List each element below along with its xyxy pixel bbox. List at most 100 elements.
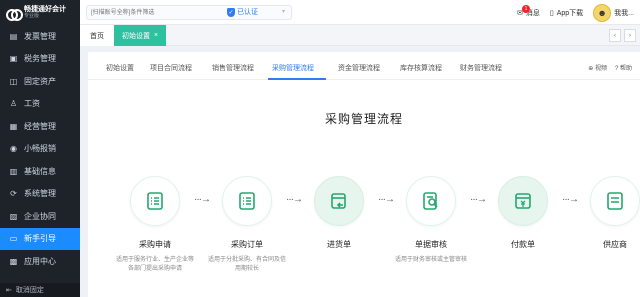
unpin-sidebar-button[interactable]: ⇤ 取消固定 [0, 283, 80, 297]
supplier-icon[interactable] [590, 176, 640, 226]
flow-step-description: 适用于财务审核或主管审核 [394, 257, 467, 263]
app-logo[interactable]: 畅捷通好会计 专业版 [0, 0, 80, 25]
payment-icon[interactable] [498, 176, 548, 226]
process-tab[interactable]: 销售管理流程 [212, 63, 254, 73]
help-button[interactable]: ? 帮助 [615, 63, 632, 72]
avatar: ☻ [593, 4, 612, 22]
process-tab[interactable]: 资金管理流程 [338, 63, 380, 73]
mobile-icon: ▯ [549, 10, 554, 17]
salary-icon: ♙ [9, 99, 18, 109]
logo-title: 畅捷通好会计 [24, 6, 66, 13]
user-name: 我我... [614, 10, 634, 17]
close-icon[interactable]: × [154, 32, 158, 39]
shield-icon: ✓ [227, 7, 235, 17]
flow-step-title: 采购申请 [139, 240, 171, 249]
process-subnav: ⊕ 视频 ? 帮助 初始设置 项目合同流程 销售管理流程 采购管理流程 资金管理流程 库存… [88, 52, 640, 80]
sidebar-item[interactable]: ▣ 税务管理 [0, 48, 80, 71]
tab-home-label: 首页 [90, 32, 104, 40]
sidebar-item[interactable]: ▨ 企业协同 [0, 205, 80, 228]
process-tab[interactable]: 采购管理流程 [272, 63, 314, 73]
info-icon: ▥ [9, 166, 18, 176]
logo-subtitle: 专业版 [24, 13, 40, 19]
tax-icon: ▣ [9, 54, 18, 64]
checklist-icon[interactable] [222, 176, 272, 226]
sidebar-item-label: 税务管理 [24, 54, 56, 64]
flow-step-title: 供应商 [603, 240, 627, 249]
sidebar-item-label: 应用中心 [24, 256, 56, 266]
flow-step-title: 单据审核 [415, 240, 447, 249]
sidebar-item-label: 经营管理 [24, 121, 56, 131]
message-count-badge: 1 [521, 5, 530, 13]
sidebar-item-label: 固定资产 [24, 76, 56, 86]
verified-label: 已认证 [237, 9, 258, 16]
flow-step-description: 适用于分批采购、有合同及信用期较长 [208, 257, 287, 272]
flow-step-title: 进货单 [327, 240, 351, 249]
sidebar-item[interactable]: ▭ 新手引导 [0, 227, 80, 250]
tab-scroll-right-icon[interactable]: › [624, 29, 636, 42]
video-button[interactable]: ⊕ 视频 [588, 63, 607, 72]
sidebar-item-label: 基础信息 [24, 166, 56, 176]
flow-step[interactable]: 采购订单适用于分批采购、有合同及信用期较长 [202, 176, 292, 274]
sidebar-menu: ▤ 发票管理 ▣ 税务管理 ◫ 固定资产 ♙ 工资 ▦ 经营管理 ◉ 小畅报销 ▥ 基础信息 ⟳ 系统管理 ▨ 企… [0, 25, 80, 273]
tab-scroll-left-icon[interactable]: ‹ [609, 29, 621, 42]
business-icon: ▦ [9, 121, 18, 131]
sidebar-item-label: 系统管理 [24, 189, 56, 199]
app-download-button[interactable]: ▯ App下载 [550, 8, 583, 18]
sidebar: 畅捷通好会计 专业版 ▤ 发票管理 ▣ 税务管理 ◫ 固定资产 ♙ 工资 ▦ 经营管理 ◉ 小畅报销 ▥… [0, 0, 80, 297]
logo-icon [6, 8, 23, 21]
sidebar-item[interactable]: ▩ 应用中心 [0, 250, 80, 273]
sidebar-item[interactable]: ⟳ 系统管理 [0, 183, 80, 206]
tab-current-label: 初始设置 [121, 32, 150, 40]
sidebar-item-label: 企业协同 [24, 211, 56, 221]
flow-step[interactable]: 供应商 [570, 176, 640, 250]
sidebar-item[interactable]: ◫ 固定资产 [0, 70, 80, 93]
reimburse-icon: ◉ [10, 144, 17, 154]
flow-step-title: 采购订单 [231, 240, 263, 249]
sidebar-item-label: 工资 [24, 99, 40, 109]
process-tab[interactable]: 财务管理流程 [460, 63, 502, 73]
sidebar-item[interactable]: ▤ 发票管理 [0, 25, 80, 48]
unpin-label: 取消固定 [15, 287, 44, 294]
messages-button[interactable]: ✉ 1 消息 [517, 5, 540, 18]
top-bar: ▾ ✓ 已认证 ✉ 1 消息 ▯ App下载 ☻ 我我... [80, 0, 640, 25]
flow-step-title: 付款单 [511, 240, 535, 249]
flow-step-description: 适用于服务行业、生产企业等各部门提出采购申请 [116, 257, 195, 272]
sidebar-item[interactable]: ▥ 基础信息 [0, 160, 80, 183]
page-tab-bar: 首页 初始设置 × ‹ › [80, 25, 640, 46]
invoice-icon: ▤ [9, 31, 18, 41]
process-tab[interactable]: 初始设置 [106, 63, 134, 73]
system-icon: ⟳ [10, 189, 17, 199]
sidebar-item[interactable]: ♙ 工资 [0, 93, 80, 116]
search-input[interactable] [86, 5, 292, 20]
sidebar-item-label: 发票管理 [24, 31, 56, 41]
flow-step[interactable]: 单据审核适用于财务审核或主管审核 [386, 176, 476, 265]
flow-step[interactable]: 采购申请适用于服务行业、生产企业等各部门提出采购申请 [110, 176, 200, 274]
checklist-icon[interactable] [130, 176, 180, 226]
sidebar-item-label: 小畅报销 [24, 144, 56, 154]
collab-icon: ▨ [9, 211, 18, 221]
help-label: 帮助 [619, 66, 632, 72]
apps-icon: ▩ [9, 256, 18, 266]
video-label: 视频 [594, 66, 607, 72]
asset-icon: ◫ [9, 76, 18, 86]
chevron-down-icon[interactable]: ▾ [282, 8, 285, 15]
sidebar-item[interactable]: ◉ 小畅报销 [0, 138, 80, 161]
unpin-icon: ⇤ [6, 287, 12, 294]
process-flow: 采购申请 适用于服务行业、生产企业等各部门提出采购申请 ···→ 采购订单 适用于分批采… [88, 176, 640, 297]
user-menu[interactable]: ☻ 我我... [593, 4, 634, 22]
process-tab[interactable]: 项目合同流程 [150, 63, 192, 73]
active-tab-underline [268, 78, 326, 80]
flow-step[interactable]: 进货单 [294, 176, 384, 250]
goods-receipt-icon[interactable] [314, 176, 364, 226]
tab-initial-settings[interactable]: 初始设置 × [114, 25, 166, 46]
verified-badge[interactable]: ✓ 已认证 [227, 7, 258, 17]
main-card: ⊕ 视频 ? 帮助 初始设置 项目合同流程 销售管理流程 采购管理流程 资金管理流程 库存… [88, 52, 640, 297]
document-search-icon[interactable] [406, 176, 456, 226]
flow-step[interactable]: 付款单 [478, 176, 568, 250]
app-download-label: App下载 [556, 10, 584, 17]
sidebar-item[interactable]: ▦ 经营管理 [0, 115, 80, 138]
sidebar-item-label: 新手引导 [24, 234, 56, 244]
logo-text: 畅捷通好会计 专业版 [24, 6, 66, 19]
process-tab[interactable]: 库存核算流程 [400, 63, 442, 73]
tab-home[interactable]: 首页 [80, 25, 114, 46]
